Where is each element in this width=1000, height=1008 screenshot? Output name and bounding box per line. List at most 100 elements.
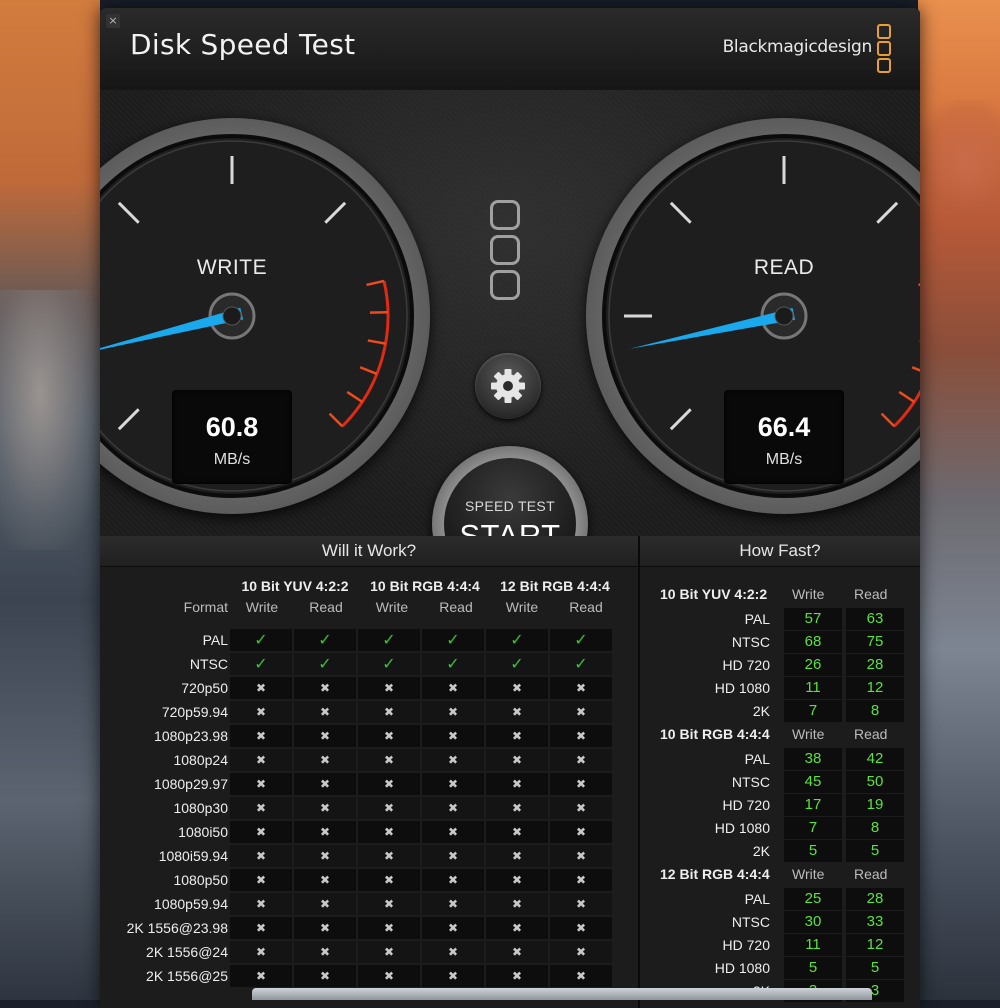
cross-icon: ✖ [294,917,356,939]
will-it-work-panel: Will it Work? Format 10 Bit YUV 4:2:210 … [100,536,640,1008]
cross-icon: ✖ [358,869,420,891]
resolution-name: 2K [753,700,770,723]
cross-icon: ✖ [358,917,420,939]
cross-icon: ✖ [230,749,292,771]
format-name: 1080p50 [173,868,228,892]
write-fps-value: 25 [784,888,842,910]
cross-icon: ✖ [422,749,484,771]
cross-icon: ✖ [550,869,612,891]
resolution-name: HD 1080 [715,817,770,840]
write-speed-value: 60.8 [172,412,292,443]
blackmagic-logo-icon [877,24,891,74]
write-column-header: Write [360,599,424,615]
read-fps-value: 8 [846,817,904,839]
cross-icon: ✖ [486,797,548,819]
close-button[interactable]: × [106,14,120,28]
checkmark-icon: ✓ [230,653,292,675]
read-gauge-label: READ [586,256,920,280]
cross-icon: ✖ [294,845,356,867]
cross-icon: ✖ [294,701,356,723]
write-fps-value: 7 [784,700,842,722]
cross-icon: ✖ [486,749,548,771]
checkmark-icon: ✓ [550,629,612,651]
write-speed-unit: MB/s [172,451,292,469]
table-row: HD 1080 78 [640,817,920,840]
dock [252,988,872,1000]
format-name: 1080p29.97 [154,772,228,796]
cross-icon: ✖ [422,725,484,747]
cross-icon: ✖ [422,677,484,699]
format-name: PAL [203,628,228,652]
cross-icon: ✖ [486,869,548,891]
cross-icon: ✖ [422,797,484,819]
table-row: PAL✓✓✓✓✓✓ [108,628,620,652]
cross-icon: ✖ [550,941,612,963]
table-row: NTSC4550 [640,771,920,794]
cross-icon: ✖ [550,821,612,843]
how-fast-block-title: 10 Bit RGB 4:4:4 [660,726,770,742]
cross-icon: ✖ [550,749,612,771]
cross-icon: ✖ [358,821,420,843]
cross-icon: ✖ [422,773,484,795]
read-column-header: Read [554,599,618,615]
cross-icon: ✖ [358,797,420,819]
read-fps-value: 50 [846,771,904,793]
write-fps-value: 11 [784,677,842,699]
cross-icon: ✖ [358,677,420,699]
cross-icon: ✖ [294,869,356,891]
write-fps-value: 38 [784,748,842,770]
cross-icon: ✖ [358,749,420,771]
table-row: NTSC3033 [640,911,920,934]
table-row: 1080p24✖✖✖✖✖✖ [108,748,620,772]
table-row: 1080p59.94✖✖✖✖✖✖ [108,892,620,916]
table-row: 2K 1556@25✖✖✖✖✖✖ [108,964,620,988]
format-name: 2K 1556@24 [146,940,228,964]
checkmark-icon: ✓ [294,653,356,675]
write-column-header: Write [490,599,554,615]
table-row: PAL5763 [640,608,920,631]
cross-icon: ✖ [486,917,548,939]
write-column-header: Write [792,586,824,602]
settings-button[interactable] [475,353,541,419]
start-button-small-label: SPEED TEST [444,498,576,514]
will-it-work-table: PAL✓✓✓✓✓✓NTSC✓✓✓✓✓✓720p50✖✖✖✖✖✖720p59.94… [108,628,620,988]
cross-icon: ✖ [294,725,356,747]
cross-icon: ✖ [358,701,420,723]
format-name: 720p59.94 [162,700,228,724]
title-bar: × Disk Speed Test Blackmagicdesign [100,8,920,91]
cross-icon: ✖ [486,677,548,699]
format-group-header: 12 Bit RGB 4:4:4 [490,578,620,594]
table-row: NTSC6875 [640,631,920,654]
cross-icon: ✖ [422,917,484,939]
table-row: 2K 1556@24✖✖✖✖✖✖ [108,940,620,964]
read-speed-unit: MB/s [724,451,844,469]
table-row: 720p59.94✖✖✖✖✖✖ [108,700,620,724]
cross-icon: ✖ [550,773,612,795]
how-fast-block-title: 10 Bit YUV 4:2:2 [660,586,767,602]
cross-icon: ✖ [294,941,356,963]
cross-icon: ✖ [422,965,484,987]
table-row: NTSC✓✓✓✓✓✓ [108,652,620,676]
desktop-wallpaper-left [0,0,100,1000]
checkmark-icon: ✓ [294,629,356,651]
cross-icon: ✖ [486,845,548,867]
cross-icon: ✖ [422,701,484,723]
brand-name: Blackmagicdesign [723,37,872,57]
cross-icon: ✖ [486,725,548,747]
write-fps-value: 7 [784,817,842,839]
table-row: 1080p29.97✖✖✖✖✖✖ [108,772,620,796]
cross-icon: ✖ [230,773,292,795]
read-fps-value: 8 [846,700,904,722]
cross-icon: ✖ [358,773,420,795]
cross-icon: ✖ [358,725,420,747]
write-fps-value: 68 [784,631,842,653]
cross-icon: ✖ [486,941,548,963]
write-readout: 60.8 MB/s [172,390,292,484]
cross-icon: ✖ [230,701,292,723]
cross-icon: ✖ [358,965,420,987]
read-fps-value: 28 [846,654,904,676]
cross-icon: ✖ [550,893,612,915]
cross-icon: ✖ [422,941,484,963]
write-needle-cap [223,307,241,325]
table-row: 2K 78 [640,700,920,723]
